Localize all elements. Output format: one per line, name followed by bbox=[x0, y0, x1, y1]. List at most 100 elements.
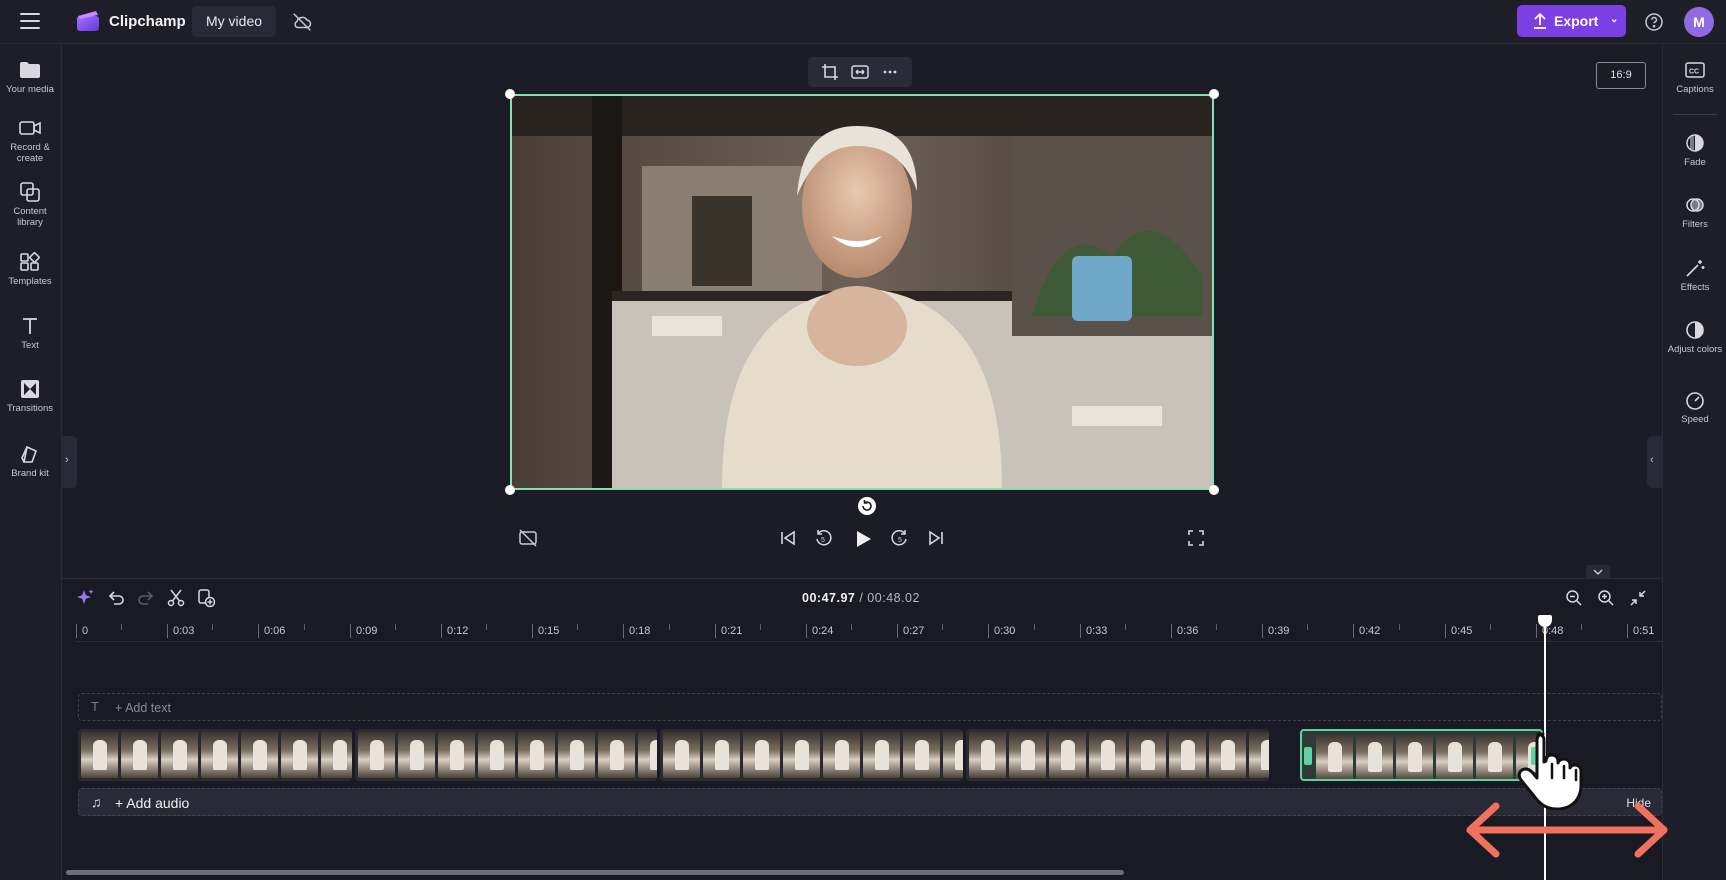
skip-forward-icon[interactable] bbox=[926, 528, 946, 548]
zoom-in-icon[interactable] bbox=[1596, 588, 1616, 608]
more-icon[interactable] bbox=[881, 63, 899, 81]
sidebar-item-text[interactable]: Text bbox=[0, 316, 60, 351]
clip-thumbnail bbox=[703, 732, 740, 778]
help-icon[interactable] bbox=[1644, 12, 1664, 32]
sidebar-item-record-create[interactable]: Record & create bbox=[0, 118, 60, 164]
timeline-panel: 00:47.97 / 00:48.02 0 0:03 0:06 0:09 0:1… bbox=[62, 565, 1662, 880]
menu-icon[interactable] bbox=[20, 13, 40, 29]
ai-sparkle-icon[interactable] bbox=[76, 588, 96, 608]
export-button[interactable]: Export ⌄ bbox=[1517, 5, 1626, 37]
clip-thumbnail bbox=[1396, 734, 1433, 779]
filters-icon bbox=[1686, 198, 1704, 212]
clip-thumbnail bbox=[1129, 732, 1166, 778]
clip-thumbnail bbox=[1476, 734, 1513, 779]
add-text-track[interactable]: T + Add text bbox=[78, 693, 1662, 721]
aspect-ratio-button[interactable]: 16:9 bbox=[1596, 62, 1646, 89]
clip-thumbnail bbox=[478, 732, 515, 778]
scissors-icon[interactable] bbox=[166, 588, 186, 608]
time-ruler[interactable]: 0 0:03 0:06 0:09 0:12 0:15 0:18 0:21 0:2… bbox=[76, 616, 1662, 642]
undo-icon[interactable] bbox=[106, 588, 126, 608]
sidebar-item-effects[interactable]: Effects bbox=[1663, 258, 1726, 293]
video-clip[interactable] bbox=[660, 729, 963, 781]
fit-icon[interactable] bbox=[851, 63, 869, 81]
clip-thumbnail bbox=[438, 732, 475, 778]
ruler-minor-tick bbox=[1399, 624, 1400, 630]
brand-name: Clipchamp bbox=[109, 13, 186, 30]
skip-back-icon[interactable] bbox=[778, 528, 798, 548]
tick-label: 0:36 bbox=[1171, 624, 1198, 638]
ruler-minor-tick bbox=[121, 624, 122, 630]
sidebar-item-brand-kit[interactable]: Brand kit bbox=[0, 444, 60, 479]
clip-thumbnail bbox=[241, 732, 278, 778]
clip-thumbnail bbox=[1249, 732, 1269, 778]
collapse-right-panel-button[interactable]: ‹ bbox=[1647, 436, 1662, 488]
hide-preview-icon[interactable] bbox=[518, 528, 538, 548]
ruler-minor-tick bbox=[851, 624, 852, 630]
duplicate-icon[interactable] bbox=[196, 588, 216, 608]
ruler-minor-tick bbox=[1490, 624, 1491, 630]
clip-thumbnail bbox=[1089, 732, 1126, 778]
clip-thumbnail bbox=[903, 732, 940, 778]
trim-handle-left[interactable] bbox=[1304, 747, 1312, 765]
speedometer-icon bbox=[1686, 392, 1704, 410]
fit-timeline-icon[interactable] bbox=[1628, 588, 1648, 608]
sidebar-item-filters[interactable]: Filters bbox=[1663, 195, 1726, 230]
sidebar-item-label: Transitions bbox=[6, 403, 54, 414]
tick-label: 0:15 bbox=[532, 624, 559, 638]
resize-handle-top-left[interactable] bbox=[505, 89, 515, 99]
collapse-preview-icon[interactable] bbox=[1586, 565, 1610, 579]
clip-thumbnail bbox=[943, 732, 963, 778]
clip-thumbnail bbox=[1049, 732, 1086, 778]
sidebar-item-fade[interactable]: Fade bbox=[1663, 133, 1726, 168]
export-label: Export bbox=[1554, 13, 1599, 29]
timeline-scrollbar[interactable] bbox=[66, 870, 1124, 875]
rewind-5s-icon[interactable]: 5 bbox=[813, 528, 833, 548]
svg-text:CC: CC bbox=[1689, 69, 1699, 76]
forward-5s-icon[interactable]: 5 bbox=[890, 528, 910, 548]
video-clip[interactable] bbox=[355, 729, 657, 781]
tick-label: 0:48 bbox=[1536, 624, 1563, 638]
sidebar-item-your-media[interactable]: Your media bbox=[0, 60, 60, 95]
resize-handle-top-right[interactable] bbox=[1209, 89, 1219, 99]
add-audio-track[interactable]: ♫ + Add audio Hide bbox=[78, 788, 1662, 816]
sidebar-item-content-library[interactable]: Content library bbox=[0, 182, 60, 228]
avatar[interactable]: M bbox=[1684, 7, 1714, 37]
sidebar-item-label: Speed bbox=[1681, 414, 1709, 425]
ruler-minor-tick bbox=[395, 624, 396, 630]
ruler-minor-tick bbox=[1125, 624, 1126, 630]
resize-handle-bottom-left[interactable] bbox=[505, 485, 515, 495]
clip-thumbnail bbox=[638, 732, 657, 778]
fullscreen-icon[interactable] bbox=[1186, 528, 1206, 548]
video-clip[interactable] bbox=[966, 729, 1269, 781]
sidebar-item-label: Text bbox=[21, 340, 39, 351]
double-arrow-icon bbox=[1466, 802, 1668, 858]
expand-left-panel-button[interactable]: › bbox=[62, 436, 77, 488]
sidebar-item-label: Record & create bbox=[10, 142, 50, 164]
sidebar-item-templates[interactable]: Templates bbox=[0, 252, 60, 287]
resize-handle-bottom-right[interactable] bbox=[1209, 485, 1219, 495]
play-icon[interactable] bbox=[852, 528, 874, 550]
clip-thumbnail bbox=[783, 732, 820, 778]
crop-icon[interactable] bbox=[821, 63, 839, 81]
ruler-minor-tick bbox=[760, 624, 761, 630]
video-preview[interactable] bbox=[510, 94, 1214, 490]
add-text-label: + Add text bbox=[115, 701, 171, 715]
clip-thumbnail bbox=[1009, 732, 1046, 778]
sidebar-item-captions[interactable]: CC Captions bbox=[1663, 60, 1726, 95]
tick-label: 0:45 bbox=[1445, 624, 1472, 638]
selected-video-clip[interactable] bbox=[1300, 729, 1543, 781]
video-clip[interactable] bbox=[78, 729, 352, 781]
camera-icon bbox=[19, 121, 41, 135]
zoom-out-icon[interactable] bbox=[1564, 588, 1584, 608]
cloud-off-icon[interactable] bbox=[291, 11, 313, 33]
rotate-icon[interactable] bbox=[857, 496, 877, 516]
chevron-right-icon: › bbox=[65, 454, 69, 466]
add-audio-label: + Add audio bbox=[115, 795, 190, 811]
sidebar-item-transitions[interactable]: Transitions bbox=[0, 379, 60, 414]
tick-label: 0:09 bbox=[350, 624, 377, 638]
project-name[interactable]: My video bbox=[192, 6, 277, 37]
sidebar-item-speed[interactable]: Speed bbox=[1663, 390, 1726, 425]
svg-text:5: 5 bbox=[898, 537, 902, 544]
right-sidebar: CC Captions Fade Filters Effects Adjust … bbox=[1662, 45, 1726, 880]
sidebar-item-adjust-colors[interactable]: Adjust colors bbox=[1663, 320, 1726, 355]
